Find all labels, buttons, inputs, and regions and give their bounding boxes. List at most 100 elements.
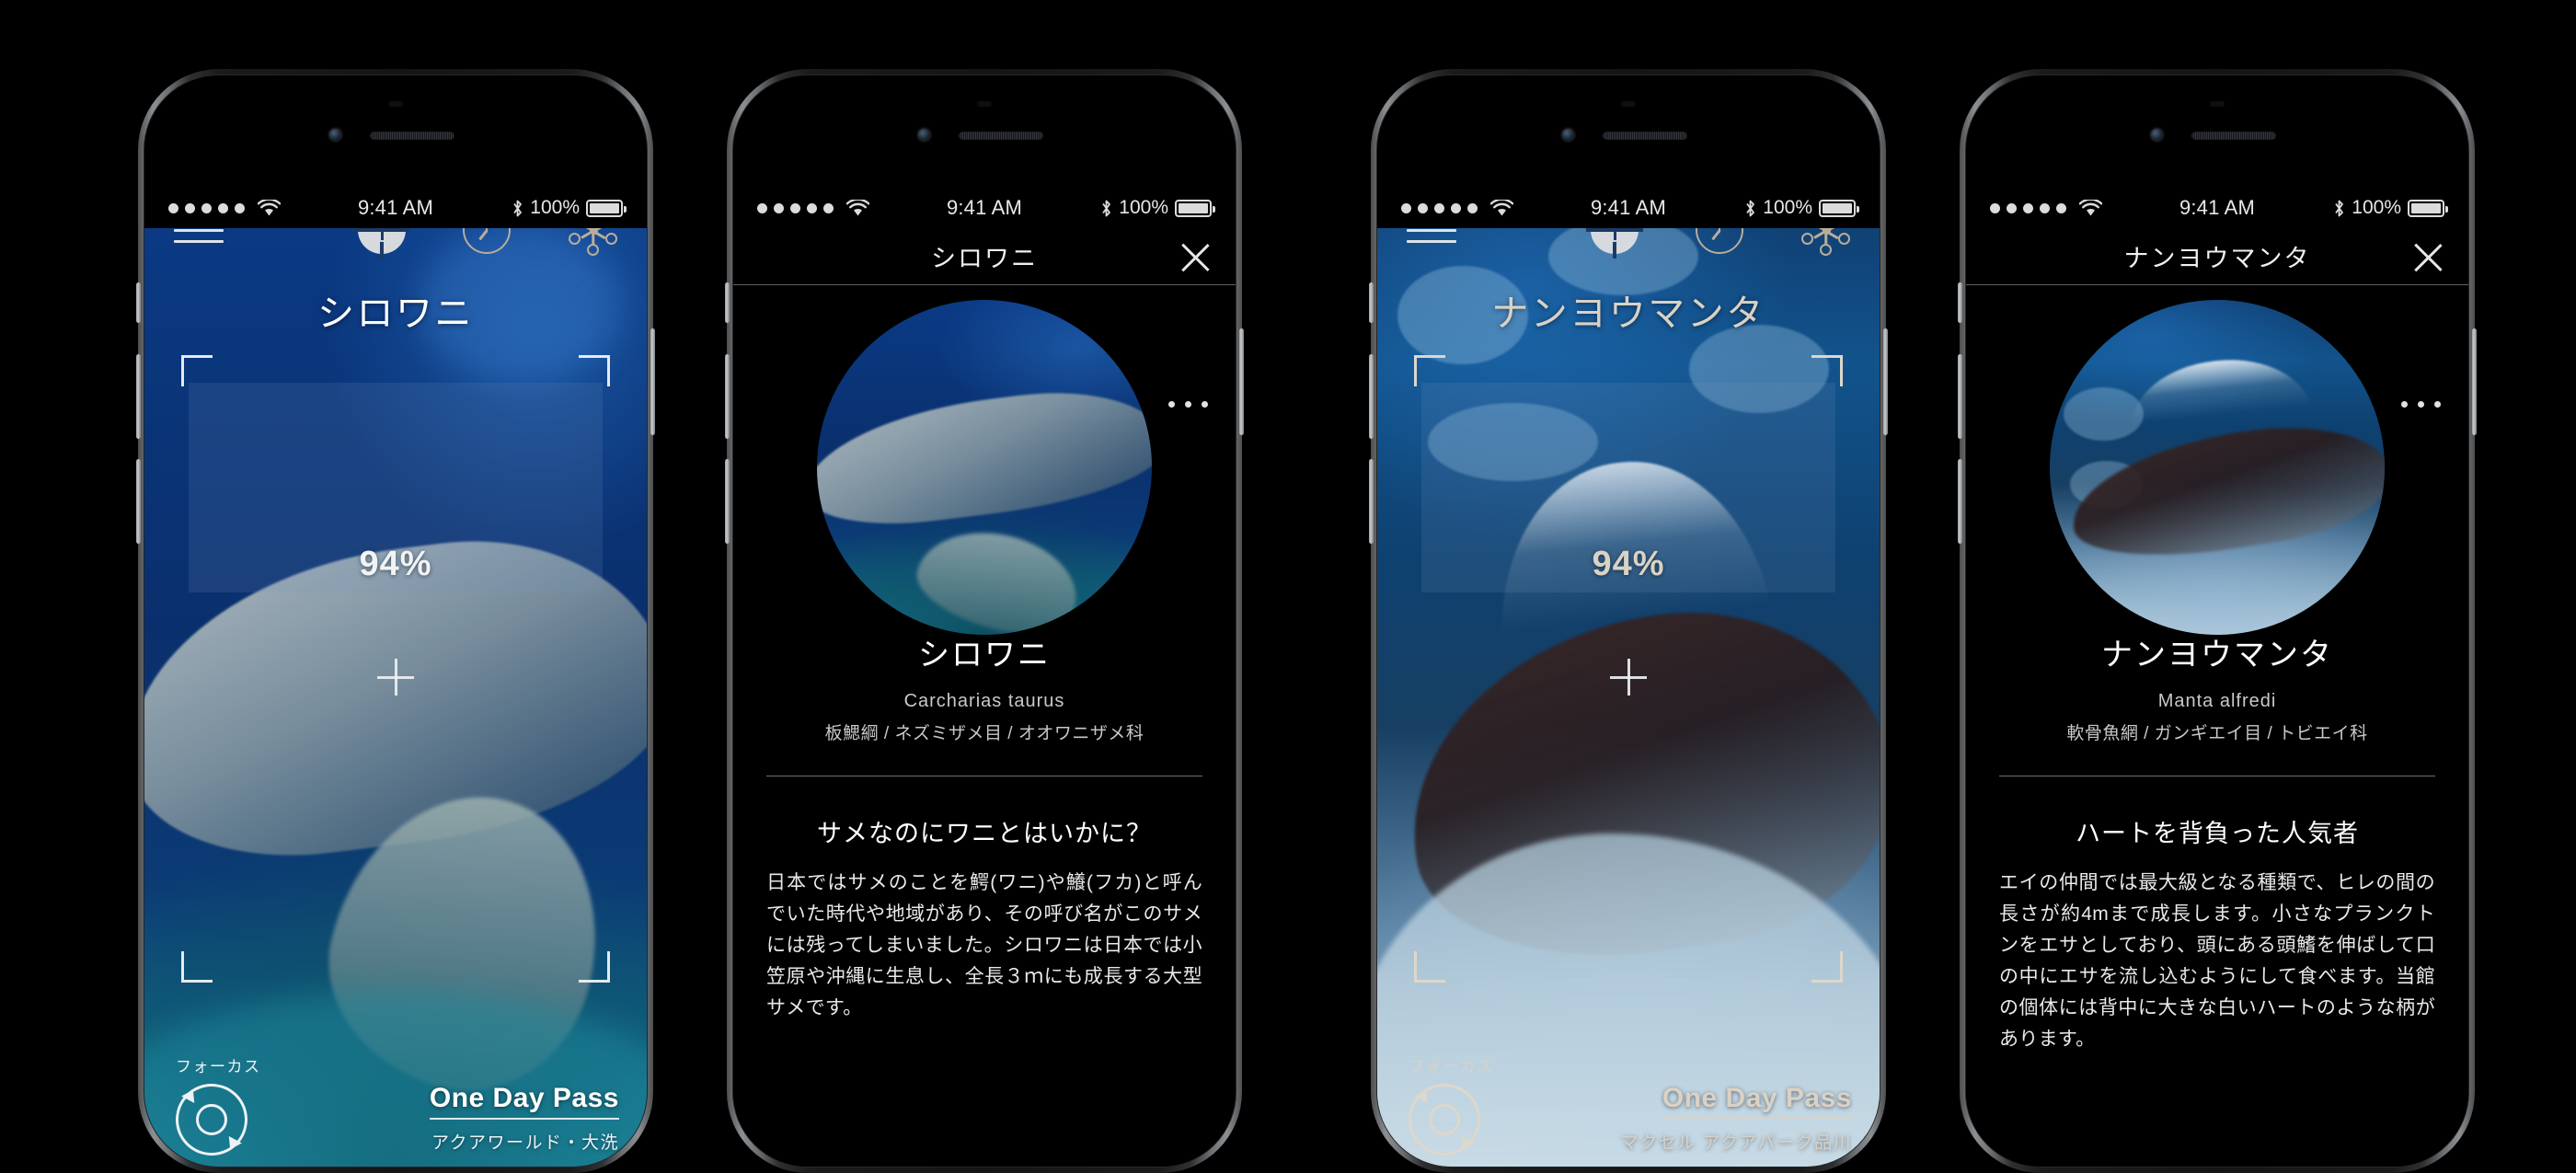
signal-dot bbox=[2040, 202, 2050, 213]
species-taxonomy-2: 板鰓綱 / ネズミザメ目 / オオワニザメ科 bbox=[824, 724, 1144, 743]
wifi-icon bbox=[2079, 199, 2102, 215]
more-options-icon[interactable] bbox=[2401, 401, 2441, 408]
status-bar-1: 9:41 AM 100% bbox=[144, 188, 647, 228]
signal-dot bbox=[1418, 202, 1428, 213]
phone-device-1: 9:41 AM 100% シロワニ 94% フォーカス One Day Pass… bbox=[136, 69, 655, 1173]
phone-device-4: 9:41 AM 100% ナンヨウマンタ ナンヨウマンタ Manta alfre… bbox=[1958, 69, 2477, 1173]
screen-2: 9:41 AM 100% シロワニ シロワニ Carcharias taurus… bbox=[733, 188, 1236, 1167]
crosshair-plus-icon bbox=[377, 659, 414, 696]
section-title-2: サメなのにワニとはいかに？ bbox=[817, 820, 1152, 847]
species-detail-2: シロワニ シロワニ Carcharias taurus 板鰓綱 / ネズミザメ目… bbox=[733, 228, 1236, 1167]
signal-dot bbox=[1451, 202, 1461, 213]
wifi-icon bbox=[846, 199, 869, 215]
battery-percent-3: 100% bbox=[1763, 197, 1812, 218]
power-button-3[interactable] bbox=[1883, 328, 1888, 435]
reticle-corner-bl bbox=[181, 951, 213, 983]
battery-icon-4 bbox=[2408, 199, 2448, 217]
rotate-focus-dial-icon[interactable] bbox=[1401, 1076, 1488, 1163]
bluetooth-icon bbox=[1102, 200, 1111, 216]
signal-dot bbox=[201, 202, 212, 213]
bluetooth-icon bbox=[2335, 200, 2344, 216]
power-button-4[interactable] bbox=[2472, 328, 2477, 435]
reticle-corner-bl bbox=[1414, 951, 1445, 983]
power-button-2[interactable] bbox=[1239, 328, 1244, 435]
signal-dot bbox=[774, 202, 784, 213]
volume-down-button-2[interactable] bbox=[725, 459, 730, 544]
status-signal-group-4 bbox=[1990, 199, 2217, 217]
power-button-1[interactable] bbox=[650, 328, 655, 435]
match-percent-3: 94% bbox=[1592, 545, 1665, 583]
close-x-icon[interactable] bbox=[2409, 239, 2446, 276]
focus-label-3: フォーカス bbox=[1409, 1058, 1494, 1075]
screen-1: 9:41 AM 100% シロワニ 94% フォーカス One Day Pass… bbox=[144, 188, 647, 1167]
pass-block-3: One Day Pass マクセル アクアパーク品川 bbox=[1621, 1083, 1852, 1154]
volume-up-button-2[interactable] bbox=[725, 354, 730, 439]
pass-block-1: One Day Pass アクアワールド・大洗 bbox=[429, 1083, 619, 1154]
focus-control-1[interactable]: フォーカス bbox=[168, 1053, 261, 1163]
mute-switch-1[interactable] bbox=[136, 282, 141, 323]
volume-up-button-1[interactable] bbox=[136, 354, 141, 439]
rotate-focus-dial-icon[interactable] bbox=[168, 1076, 255, 1163]
camera-species-title-3: ナンヨウマンタ bbox=[1491, 293, 1765, 334]
reticle-corner-tl bbox=[1414, 355, 1445, 386]
battery-icon-3 bbox=[1819, 199, 1859, 217]
detail-nav-bar-4: ナンヨウマンタ bbox=[1966, 228, 2468, 285]
reticle-corner-tr bbox=[1811, 355, 1843, 386]
device-bezel-1 bbox=[144, 75, 647, 188]
focus-label-1: フォーカス bbox=[176, 1058, 261, 1075]
mute-switch-2[interactable] bbox=[725, 282, 730, 323]
volume-down-button-4[interactable] bbox=[1958, 459, 1962, 544]
signal-dot bbox=[185, 202, 195, 213]
bluetooth-icon bbox=[1746, 200, 1755, 216]
species-taxonomy-4: 軟骨魚網 / ガンギエイ目 / トビエイ科 bbox=[2066, 724, 2368, 743]
signal-dot bbox=[790, 202, 800, 213]
status-bar-2: 9:41 AM 100% bbox=[733, 188, 1236, 228]
detail-nav-bar-2: シロワニ bbox=[733, 228, 1236, 285]
mute-switch-3[interactable] bbox=[1369, 282, 1374, 323]
more-options-icon[interactable] bbox=[1168, 401, 1208, 408]
battery-icon-1 bbox=[586, 199, 627, 217]
status-signal-group-1 bbox=[168, 199, 396, 217]
signal-dot bbox=[1401, 202, 1411, 213]
signal-dot bbox=[2056, 202, 2066, 213]
camera-viewfinder-3: ナンヨウマンタ 94% フォーカス One Day Pass マクセル アクアパ… bbox=[1377, 188, 1880, 1167]
reticle-corner-tl bbox=[181, 355, 213, 386]
venue-name-3: マクセル アクアパーク品川 bbox=[1620, 1133, 1852, 1153]
battery-percent-2: 100% bbox=[1119, 197, 1168, 218]
status-right-group-3: 100% bbox=[1628, 197, 1859, 219]
mute-switch-4[interactable] bbox=[1958, 282, 1962, 323]
volume-up-button-4[interactable] bbox=[1958, 354, 1962, 439]
front-camera-icon bbox=[1562, 129, 1574, 141]
signal-dot bbox=[823, 202, 834, 213]
phone-device-2: 9:41 AM 100% シロワニ シロワニ Carcharias taurus… bbox=[725, 69, 1244, 1173]
one-day-pass-link-3[interactable]: One Day Pass bbox=[1662, 1083, 1852, 1120]
signal-dot bbox=[1434, 202, 1444, 213]
close-x-icon[interactable] bbox=[1177, 239, 1213, 276]
species-latin-name-2: Carcharias taurus bbox=[903, 691, 1065, 711]
volume-down-button-3[interactable] bbox=[1369, 459, 1374, 544]
volume-up-button-3[interactable] bbox=[1369, 354, 1374, 439]
species-name-2: シロワニ bbox=[918, 638, 1051, 673]
detail-hero-4 bbox=[1966, 285, 2468, 635]
proximity-sensor-icon bbox=[977, 101, 992, 107]
phone-device-3: 9:41 AM 100% ナンヨウマンタ 94% フォーカス One Day P… bbox=[1369, 69, 1888, 1173]
status-signal-group-3 bbox=[1401, 199, 1628, 217]
description-text-2: 日本ではサメのことを鰐(ワニ)や鱶(フカ)と呼んでいた時代や地域があり、その呼び… bbox=[766, 872, 1202, 1019]
bluetooth-icon bbox=[513, 200, 523, 216]
one-day-pass-link-1[interactable]: One Day Pass bbox=[429, 1083, 619, 1120]
species-photo-4 bbox=[2050, 300, 2385, 635]
focus-control-3[interactable]: フォーカス bbox=[1401, 1053, 1494, 1163]
signal-dot bbox=[757, 202, 767, 213]
section-title-4: ハートを背負った人気者 bbox=[2076, 820, 2359, 847]
earpiece-speaker-icon bbox=[1603, 132, 1687, 140]
signal-dot bbox=[235, 202, 245, 213]
signal-dot bbox=[218, 202, 228, 213]
venue-name-1: アクアワールド・大洗 bbox=[431, 1133, 619, 1153]
status-bar-3: 9:41 AM 100% bbox=[1377, 188, 1880, 228]
volume-down-button-1[interactable] bbox=[136, 459, 141, 544]
species-latin-name-4: Manta alfredi bbox=[2157, 691, 2277, 711]
earpiece-speaker-icon bbox=[370, 132, 454, 140]
earpiece-speaker-icon bbox=[2191, 132, 2276, 140]
status-right-group-2: 100% bbox=[984, 197, 1215, 219]
detail-nav-title-4: ナンヨウマンタ bbox=[2123, 245, 2311, 272]
